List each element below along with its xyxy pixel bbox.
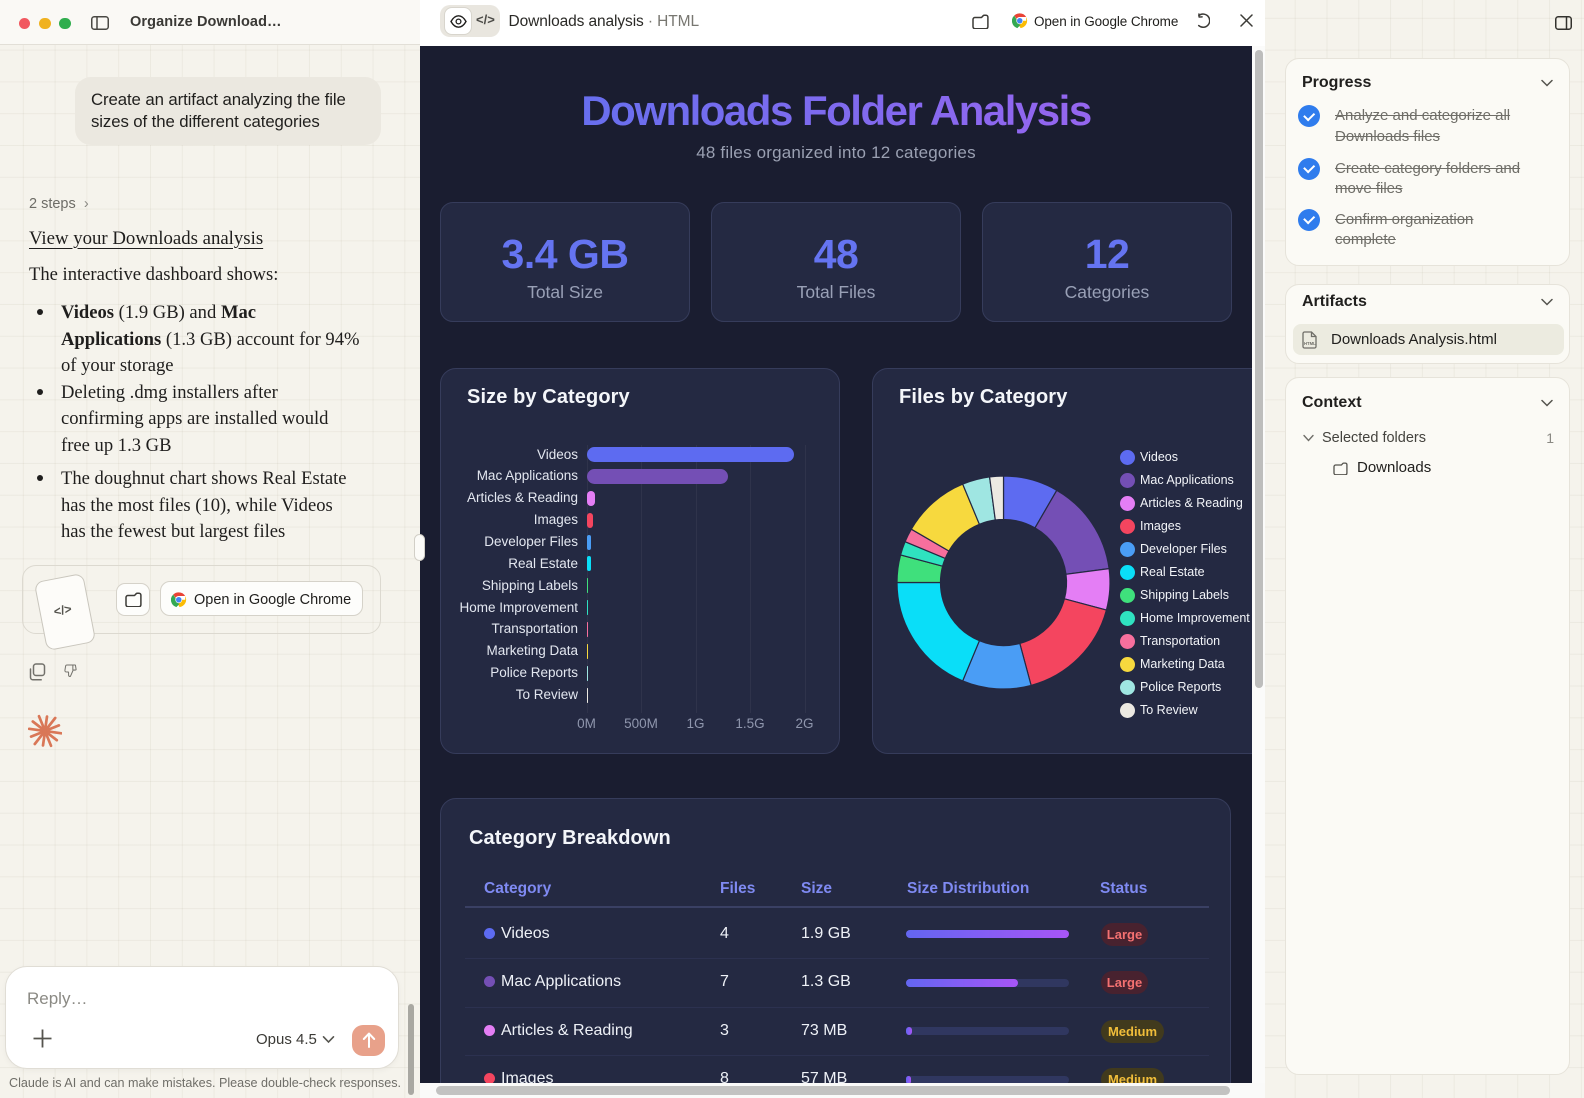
svg-text:HTML: HTML <box>1304 341 1316 346</box>
